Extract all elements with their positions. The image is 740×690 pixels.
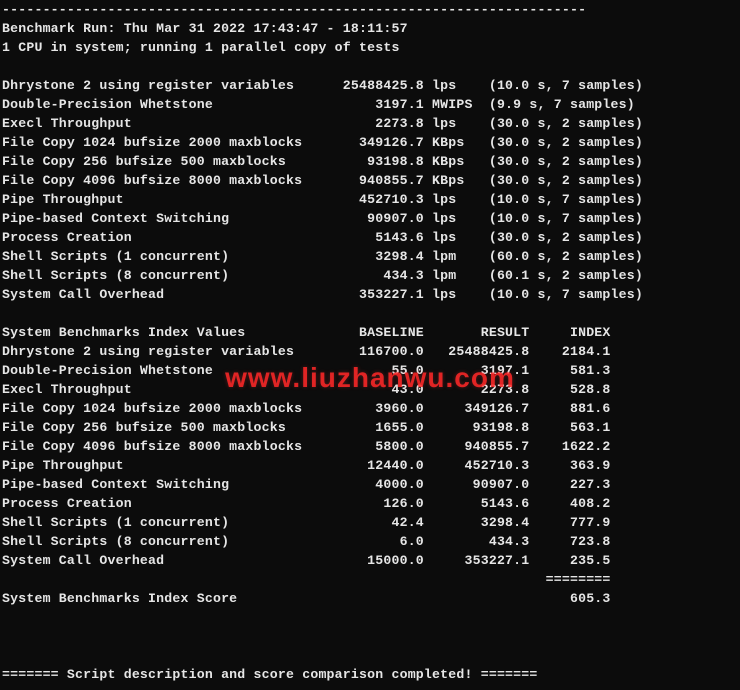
- blank-line: [2, 686, 10, 690]
- tests-block: Dhrystone 2 using register variables 254…: [2, 78, 643, 302]
- hr-short: ========: [2, 572, 611, 587]
- index-header-line: System Benchmarks Index Values BASELINE …: [2, 325, 611, 340]
- blank-line: [2, 610, 10, 625]
- blank-line: [2, 59, 10, 74]
- benchmark-run-line: Benchmark Run: Thu Mar 31 2022 17:43:47 …: [2, 21, 408, 36]
- blank-line: [2, 629, 10, 644]
- blank-line: [2, 648, 10, 663]
- hr: ----------------------------------------…: [2, 2, 586, 17]
- terminal-output: ----------------------------------------…: [0, 0, 740, 690]
- score-line: System Benchmarks Index Score 605.3: [2, 591, 611, 606]
- blank-line: [2, 306, 10, 321]
- index-block: Dhrystone 2 using register variables 116…: [2, 344, 611, 568]
- cpu-info-line: 1 CPU in system; running 1 parallel copy…: [2, 40, 400, 55]
- footer-line: ======= Script description and score com…: [2, 667, 538, 682]
